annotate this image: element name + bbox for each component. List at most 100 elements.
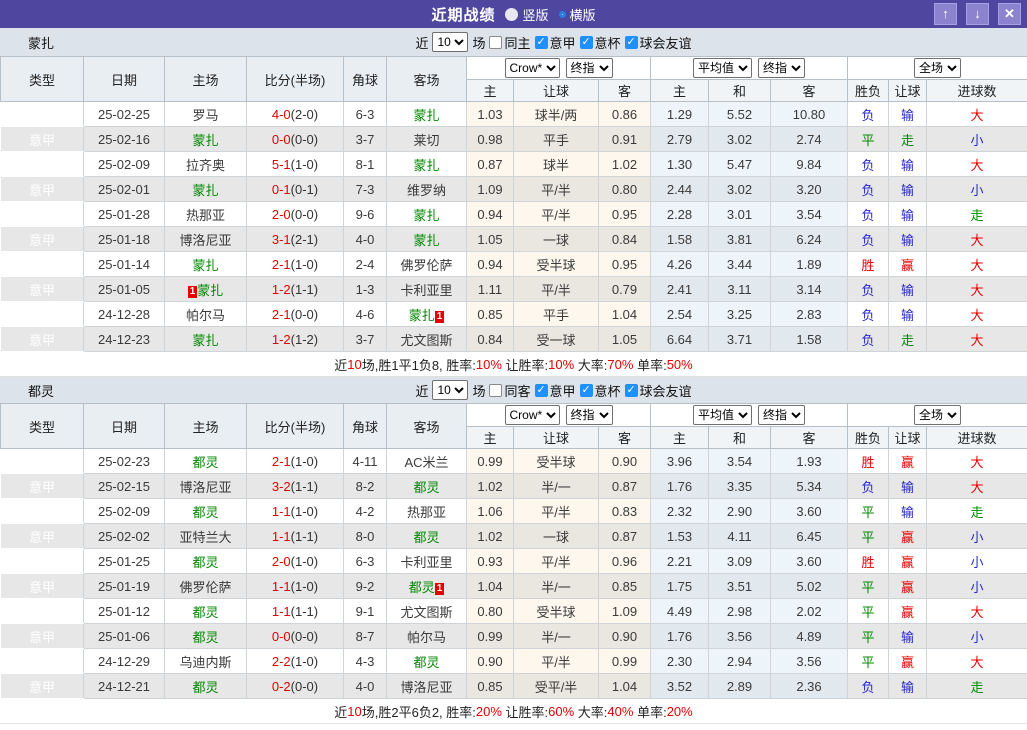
ah-home-odds-cell: 0.85: [466, 673, 514, 699]
bookmaker-select[interactable]: Crow*: [504, 405, 560, 425]
eu-away-odds-cell: 1.93: [769, 448, 849, 474]
summary-text: 让胜率:: [501, 704, 549, 720]
ah-line-cell: 受半球: [513, 251, 599, 277]
corners-cell: 8-1: [343, 151, 387, 177]
league-cell: 意甲: [0, 201, 84, 227]
eu-home-odds-cell: 1.76: [650, 623, 709, 649]
halftime-score: (0-0): [290, 131, 319, 147]
filter-checkbox-球会友谊[interactable]: 球会友谊: [624, 381, 692, 400]
average-select[interactable]: 平均值: [693, 58, 752, 78]
team-label: 卡利亚里: [400, 282, 453, 298]
final-index2-select[interactable]: 终指: [758, 58, 805, 78]
halftime-score: (1-0): [290, 256, 319, 272]
goals-result-cell: 大: [926, 648, 1027, 674]
filter-checkbox-同客[interactable]: 同客: [489, 381, 531, 400]
home-team-cell: 热那亚: [164, 201, 247, 227]
close-button[interactable]: ✕: [998, 3, 1021, 25]
ah-away-odds-cell: 0.79: [598, 276, 651, 302]
summary-value: 70%: [607, 356, 634, 372]
filter-checkbox-意甲[interactable]: 意甲: [534, 381, 576, 400]
halftime-score: (1-2): [290, 331, 319, 347]
halftime-score: (0-0): [290, 306, 319, 322]
results-tbody: 意甲 25-02-25 罗马 4-0(2-0) 6-3 蒙扎 1.03 球半/两 0.86 1.2…: [0, 101, 1027, 352]
halftime-score: (1-0): [290, 653, 319, 669]
final-index2-select[interactable]: 终指: [758, 405, 805, 425]
radio-selected-icon[interactable]: [505, 7, 519, 21]
final-index-select[interactable]: 终指: [565, 405, 613, 425]
filter-checkbox-意杯[interactable]: 意杯: [579, 33, 621, 52]
subcol-eu-draw: 和: [708, 79, 771, 102]
subcol-eu-away: 客: [769, 426, 849, 449]
outcome-cell: 负: [847, 151, 890, 177]
team-label: 蒙扎: [192, 332, 219, 348]
filter-label: 同主: [504, 35, 531, 51]
bookmaker-select[interactable]: Crow*: [504, 58, 560, 78]
fulltime-score: 2-1: [271, 453, 291, 469]
eu-away-odds-cell: 6.24: [769, 226, 849, 252]
move-up-button[interactable]: ↑: [934, 3, 957, 25]
ah-away-odds-cell: 0.90: [598, 623, 651, 649]
score-cell: 1-1(1-0): [246, 573, 344, 599]
date-cell: 25-02-16: [83, 126, 165, 152]
ah-line-cell: 半/一: [513, 473, 599, 499]
match-count-select[interactable]: 10: [432, 32, 469, 52]
eu-home-odds-cell: 2.54: [650, 301, 709, 327]
home-team-cell: 乌迪内斯: [164, 648, 247, 674]
radio-horizontal-layout[interactable]: 横版: [558, 5, 596, 24]
subcol-outcome: 胜负: [847, 79, 890, 102]
score-cell: 2-1(0-0): [246, 301, 344, 327]
outcome-cell: 负: [847, 101, 890, 127]
checkbox-unchecked-icon[interactable]: [489, 383, 503, 397]
goals-result-cell: 大: [926, 448, 1027, 474]
league-cell: 意甲: [0, 673, 84, 699]
fulltime-score: 1-2: [271, 281, 291, 297]
scope-select[interactable]: 全场: [914, 405, 962, 425]
filter-checkbox-意杯[interactable]: 意杯: [579, 381, 621, 400]
score-cell: 0-1(0-1): [246, 176, 344, 202]
fulltime-score: 2-1: [271, 306, 291, 322]
corners-cell: 8-7: [343, 623, 387, 649]
ah-home-odds-cell: 1.03: [466, 101, 514, 127]
move-down-button[interactable]: ↓: [966, 3, 989, 25]
filter-checkbox-意甲[interactable]: 意甲: [534, 33, 576, 52]
team-label: 帕尔马: [406, 629, 446, 645]
average-select[interactable]: 平均值: [693, 405, 752, 425]
match-count-select[interactable]: 10: [432, 380, 469, 400]
team-label: 蒙扎: [413, 207, 440, 223]
games-label: 场: [472, 35, 486, 51]
radio-vertical-layout[interactable]: 竖版: [505, 5, 549, 24]
checkbox-unchecked-icon[interactable]: [489, 35, 503, 49]
team-label: 蒙扎: [413, 232, 440, 248]
team-label: 罗马: [192, 107, 219, 123]
filter-checkbox-球会友谊[interactable]: 球会友谊: [624, 33, 692, 52]
titlebar: 近期战绩 竖版 横版 ↑ ↓ ✕: [0, 0, 1027, 28]
final-index-select[interactable]: 终指: [565, 58, 613, 78]
away-team-cell: 维罗纳: [386, 176, 467, 202]
eu-away-odds-cell: 1.58: [769, 326, 849, 352]
subcol-goals: 进球数: [926, 79, 1027, 102]
handicap-result-cell: 输: [888, 623, 928, 649]
away-team-cell: 蒙扎: [386, 101, 467, 127]
league-cell: 意甲: [0, 101, 84, 127]
checkbox-checked-icon[interactable]: [579, 35, 593, 49]
date-cell: 24-12-23: [83, 326, 165, 352]
outcome-cell: 平: [847, 126, 890, 152]
checkbox-checked-icon[interactable]: [624, 383, 638, 397]
col-header-away: 客场: [386, 403, 467, 449]
asian-odds-header: Crow* 终指: [466, 403, 651, 427]
score-cell: 2-0(0-0): [246, 201, 344, 227]
checkbox-checked-icon[interactable]: [534, 383, 548, 397]
outcome-cell: 平: [847, 648, 890, 674]
team-label: 都灵: [192, 454, 219, 470]
halftime-score: (0-0): [290, 678, 319, 694]
team-section: 蒙扎 近 10 场 同主意甲意杯球会友谊 类型 日期 主场: [0, 28, 1027, 377]
away-team-cell: 帕尔马: [386, 623, 467, 649]
scope-select[interactable]: 全场: [914, 58, 962, 78]
checkbox-checked-icon[interactable]: [579, 383, 593, 397]
filter-checkbox-同主[interactable]: 同主: [489, 33, 531, 52]
checkbox-checked-icon[interactable]: [624, 35, 638, 49]
radio-unselected-icon[interactable]: [558, 10, 566, 18]
checkbox-checked-icon[interactable]: [534, 35, 548, 49]
ah-line-cell: 一球: [513, 226, 599, 252]
fulltime-score: 0-2: [271, 678, 291, 694]
